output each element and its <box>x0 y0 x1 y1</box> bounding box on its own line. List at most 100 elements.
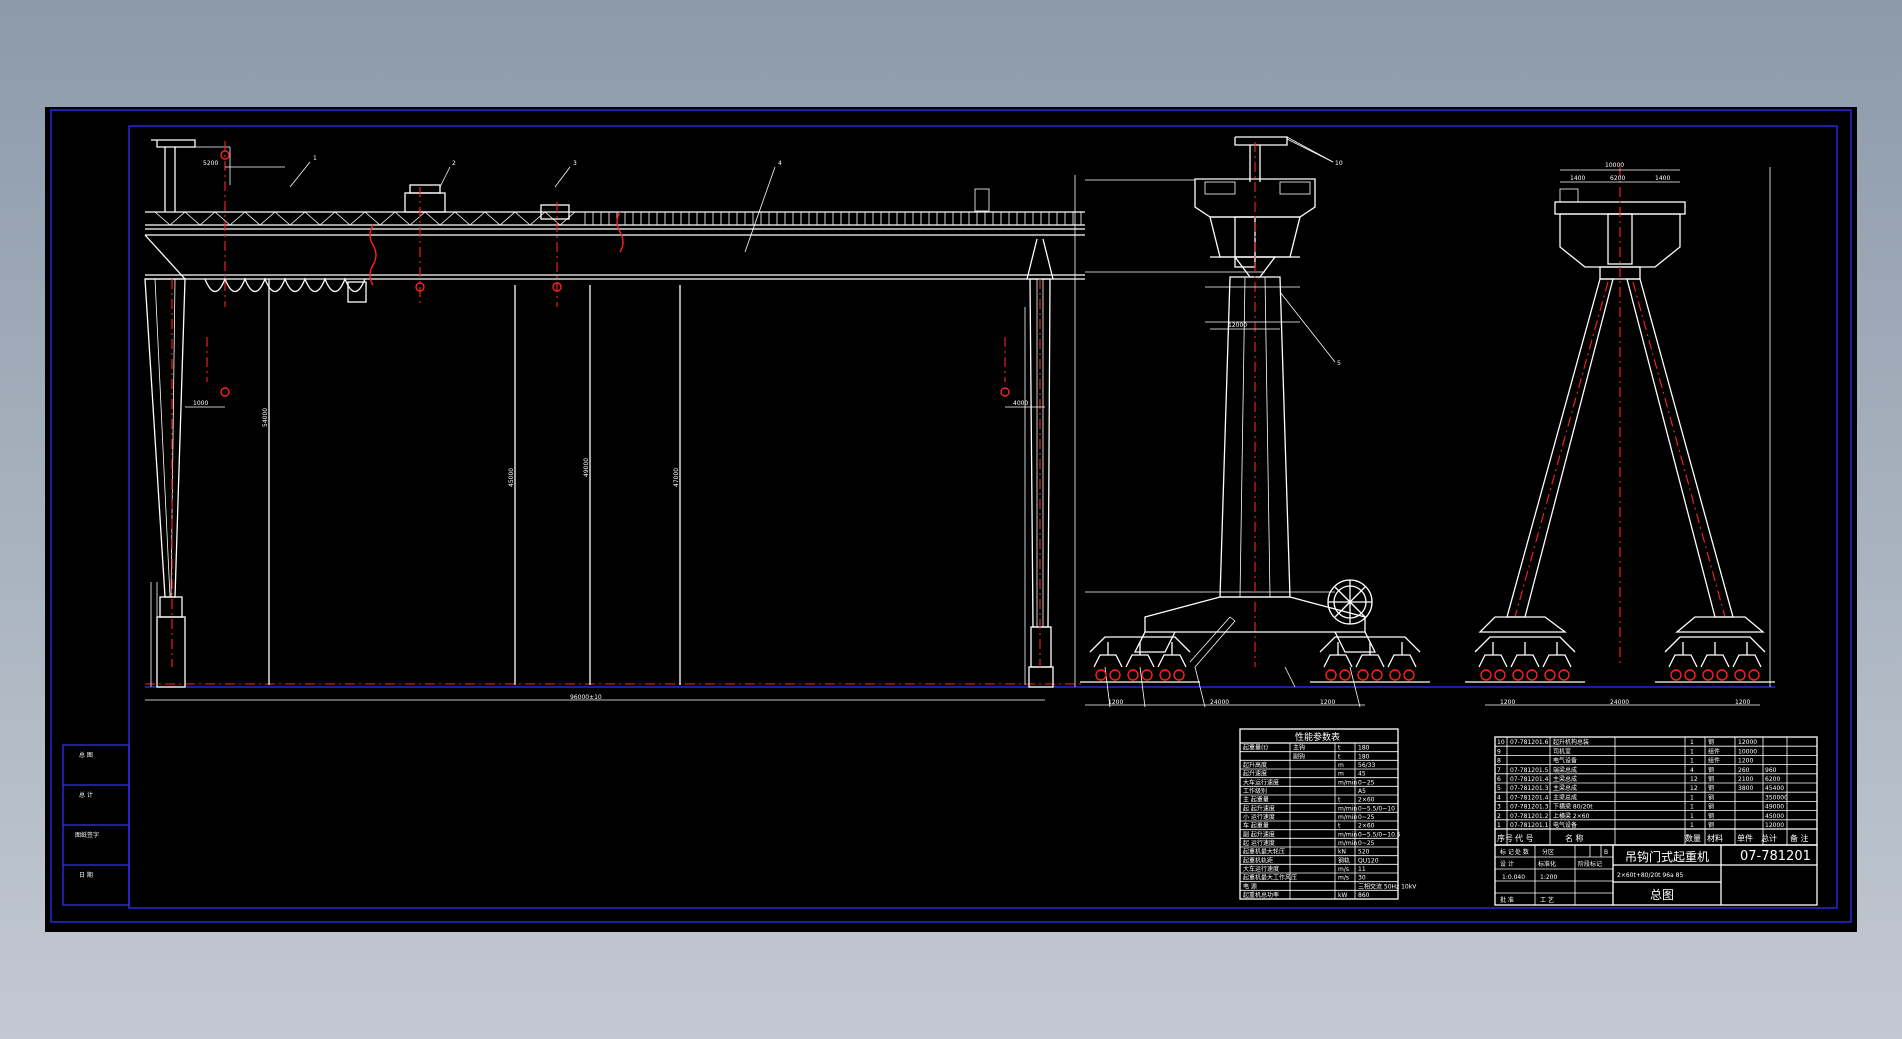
tb-label: 处 数 <box>1515 848 1529 856</box>
dim-12000: 12000 <box>1228 322 1247 329</box>
end-elevation <box>1478 167 1771 706</box>
bom-cell: 4 <box>1497 794 1501 801</box>
bom-cell: 07-781201.6 <box>1510 739 1549 746</box>
tb-label: 标准化 <box>1538 860 1556 868</box>
inner-frame <box>128 125 1838 909</box>
dim-height: 54000 <box>262 408 269 427</box>
perf-cell: 180 <box>1358 753 1370 760</box>
dim-4000: 4000 <box>1013 400 1028 407</box>
bom-cell: 12 <box>1690 776 1698 783</box>
dim-top: 1400 <box>1570 175 1585 182</box>
wheel-bogie <box>1080 636 1200 683</box>
bom-cell: 主梁总成 <box>1553 775 1577 783</box>
item-label: 3 <box>573 160 577 167</box>
perf-cell: 11 <box>1358 866 1366 873</box>
perf-cell: 车 起重量 <box>1243 822 1269 830</box>
bom-header: 数量 <box>1685 833 1701 843</box>
perf-cell: 520 <box>1358 849 1370 856</box>
bom-cell: 12000 <box>1738 739 1757 746</box>
perf-cell: 30 <box>1358 875 1366 882</box>
bom-cell: 6200 <box>1765 776 1780 783</box>
bom-cell: 07-781201.4 <box>1510 776 1549 783</box>
perf-cell: 电 源 <box>1243 882 1257 890</box>
dim-top: 6200 <box>1610 175 1625 182</box>
end-wheel-groups <box>1465 636 1775 683</box>
bom-cell: 4 <box>1690 767 1694 774</box>
perf-cell: 钢轨 <box>1338 856 1350 864</box>
wheel-bogie <box>1465 636 1585 683</box>
bom-cell: 1 <box>1690 794 1694 801</box>
bom-header: 单件 <box>1737 833 1753 843</box>
perf-cell: 2×60 <box>1358 797 1375 804</box>
bom-cell: 电气设备 <box>1553 821 1577 829</box>
perf-cell: 起 起升速度 <box>1243 804 1275 812</box>
bom-header: 代 号 <box>1515 833 1534 843</box>
bom-header: 名 称 <box>1565 833 1584 843</box>
perf-cell: 起升速度 <box>1243 770 1267 778</box>
item-label: 1 <box>313 155 317 162</box>
perf-cell: 三相交流 50Hz 10kV <box>1358 882 1417 890</box>
bom-cell: 07-781201.3 <box>1510 785 1549 792</box>
bom-cell: 钢 <box>1708 793 1714 801</box>
perf-cell: 860 <box>1358 892 1370 899</box>
bom-cell: 钢 <box>1708 784 1714 792</box>
tb-label: 设 计 <box>1500 860 1514 868</box>
drawing-title: 吊钩门式起重机 <box>1625 849 1709 864</box>
dim-wheel: 1200 <box>1320 699 1335 706</box>
dim-1000: 1000 <box>193 400 208 407</box>
item-label: 2 <box>452 160 456 167</box>
bom-cell: 上横梁 2×60 <box>1553 812 1590 820</box>
bom-cell: 7 <box>1497 767 1501 774</box>
drawing-subtitle: 总图 <box>1650 888 1674 902</box>
tb-label: 分区 <box>1542 848 1554 856</box>
perf-cell: t <box>1338 797 1341 804</box>
bom-cell: 07-781201.2 <box>1510 813 1549 820</box>
bom-cell: 10000 <box>1738 748 1757 755</box>
scale-label: 1:0.040 <box>1502 874 1525 881</box>
perf-cell: 2×60 <box>1358 823 1375 830</box>
bom-cell: 45400 <box>1765 785 1784 792</box>
perf-cell: 0~25 <box>1358 779 1375 786</box>
bom-cell: 10 <box>1497 739 1505 746</box>
dim-top: 1400 <box>1655 175 1670 182</box>
perf-cell: m/s <box>1338 875 1349 882</box>
item-label: 5 <box>1337 360 1341 367</box>
bom-cell: 3 <box>1497 804 1501 811</box>
bom-cell: 2 <box>1497 813 1501 820</box>
bom-header: 备 注 <box>1790 833 1809 843</box>
performance-table: 性能参数表 起重量(t) 主钩 t 180 副钩 t 180 起升高度 m 56/33 起升速度 m 4… <box>1239 728 1417 900</box>
perf-cell: 小 运行速度 <box>1243 813 1275 821</box>
perf-cell: 45 <box>1358 771 1366 778</box>
drawing-spec: 2×60t+80/20t 96a 85 <box>1617 872 1683 879</box>
wheel-bogie <box>1655 636 1775 683</box>
sidebar-label: 总 图 <box>79 751 93 759</box>
bom-cell: 1 <box>1690 748 1694 755</box>
bom-cell: 1 <box>1690 739 1694 746</box>
perf-cell: m/s <box>1338 866 1349 873</box>
dim-height: 49000 <box>583 458 590 477</box>
tb-label: 批 准 <box>1500 896 1514 904</box>
bom-cell: 12000 <box>1765 822 1784 829</box>
perf-cell: 0~5.5/0~10.5 <box>1358 831 1401 838</box>
bom-cell: 5 <box>1497 785 1501 792</box>
bom-cell: 350000 <box>1765 794 1788 801</box>
dim-5200: 5200 <box>203 160 218 167</box>
perf-cell: kN <box>1338 849 1346 856</box>
perf-cell: m/min <box>1338 831 1357 838</box>
wheel-bogie <box>1310 636 1430 683</box>
sidebar-label: 图纸签字 <box>75 831 99 839</box>
perf-cell: 0~25 <box>1358 840 1375 847</box>
dim-height: 45000 <box>508 468 515 487</box>
perf-cell: 大车运行速度 <box>1243 865 1279 873</box>
dim-height: 47000 <box>673 468 680 487</box>
bom-cell: 1 <box>1690 804 1694 811</box>
bom-cell: 钢 <box>1708 775 1714 783</box>
perf-cell: 大车运行速度 <box>1243 778 1279 786</box>
outer-frame <box>50 109 1852 923</box>
item-label: 10 <box>1335 160 1343 167</box>
bom-cell: 1 <box>1690 758 1694 765</box>
perf-cell: 主钩 <box>1293 744 1305 752</box>
cad-drawing-canvas[interactable]: 总 图 总 计 图纸签字 日 期 96000±10 5200 1000 4000… <box>45 107 1857 932</box>
bom-cell: 6 <box>1497 776 1501 783</box>
bom-cell: 8 <box>1497 758 1501 765</box>
